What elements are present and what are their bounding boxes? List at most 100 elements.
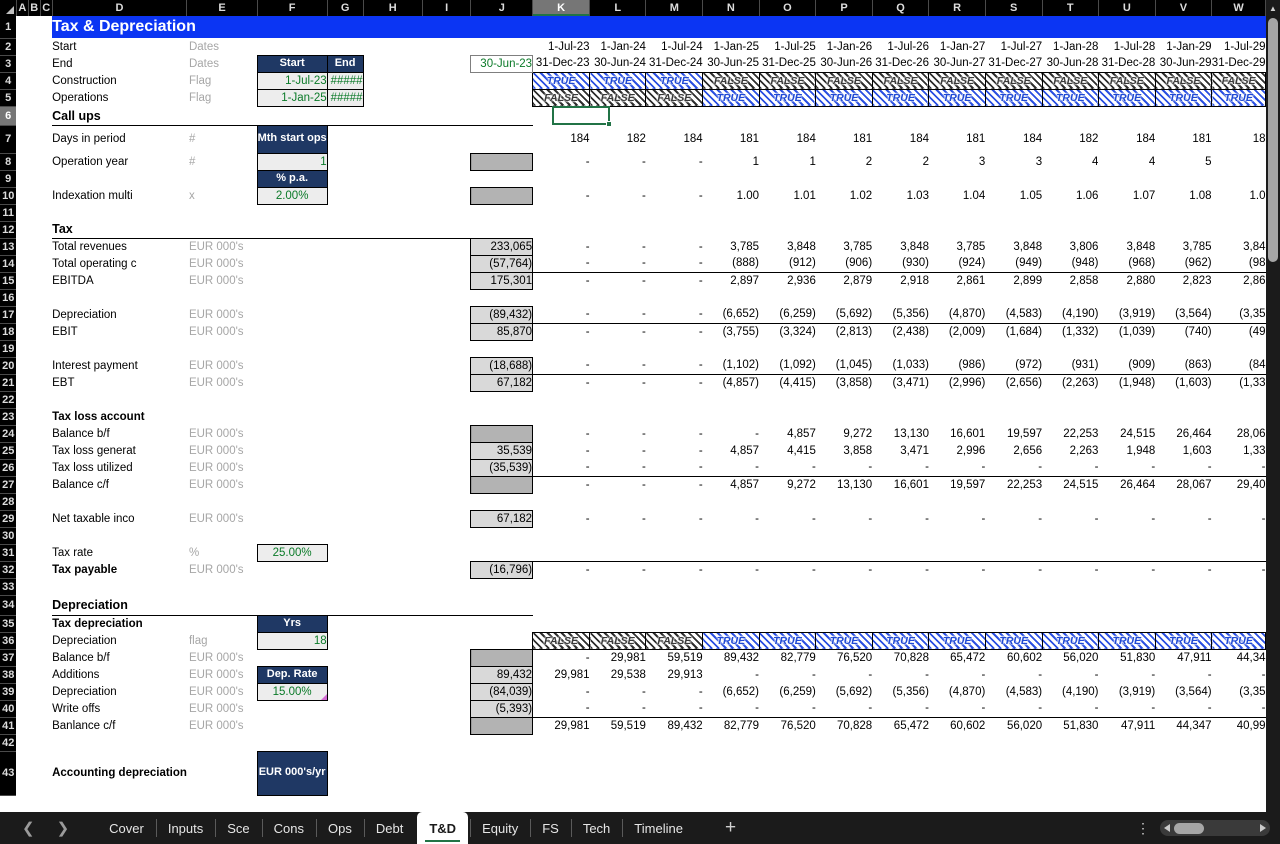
cell-G36[interactable] — [327, 632, 363, 649]
cell-R19[interactable] — [929, 340, 985, 357]
cell-F5[interactable]: 1-Jan-25 — [257, 89, 327, 106]
cell-K7[interactable]: 184 — [533, 125, 590, 153]
cell-K23[interactable] — [533, 408, 590, 425]
column-header-i[interactable]: I — [422, 0, 471, 16]
cell-N5[interactable]: TRUE — [703, 89, 759, 106]
cell-Q33[interactable] — [872, 578, 929, 595]
cell-P20[interactable]: (1,045) — [816, 357, 872, 374]
cell-T39[interactable]: (4,190) — [1042, 683, 1098, 700]
cell-T31[interactable] — [1042, 544, 1098, 561]
cell-H13[interactable] — [363, 238, 422, 255]
cell-O4[interactable]: FALSE — [759, 72, 816, 89]
cell-O19[interactable] — [759, 340, 816, 357]
cell-M15[interactable]: - — [646, 272, 703, 289]
cell-I39[interactable] — [422, 683, 471, 700]
cell-P27[interactable]: 13,130 — [816, 476, 872, 493]
cell-L31[interactable] — [590, 544, 646, 561]
cell-I35[interactable] — [422, 615, 471, 632]
cell-L29[interactable]: - — [590, 510, 646, 527]
cell-W16[interactable] — [1212, 289, 1266, 306]
row-header-4[interactable]: 4 — [0, 72, 16, 89]
cell-I43[interactable] — [422, 751, 471, 795]
cell-O36[interactable]: TRUE — [759, 632, 816, 649]
cell-V3[interactable]: 30-Jun-29 — [1155, 55, 1211, 72]
cell-E35[interactable] — [187, 615, 257, 632]
cell-N7[interactable]: 181 — [703, 125, 759, 153]
cell-W12[interactable] — [1212, 221, 1266, 238]
cell-N12[interactable] — [703, 221, 759, 238]
cell-Q27[interactable]: 16,601 — [872, 476, 929, 493]
cell-G20[interactable] — [327, 357, 363, 374]
cell-S37[interactable]: 60,602 — [985, 649, 1042, 666]
cell-T25[interactable]: 2,263 — [1042, 442, 1098, 459]
column-header-r[interactable]: R — [929, 0, 985, 16]
cell-F36[interactable]: 18 — [257, 632, 327, 649]
cell-R25[interactable]: 2,996 — [929, 442, 985, 459]
cell-C15[interactable] — [40, 272, 52, 289]
cell-U2[interactable]: 1-Jul-28 — [1098, 38, 1155, 55]
cell-I21[interactable] — [422, 374, 471, 391]
cell-H33[interactable] — [363, 578, 422, 595]
cell-P17[interactable]: (5,692) — [816, 306, 872, 323]
cell-B10[interactable] — [28, 187, 40, 204]
cell-K29[interactable]: - — [533, 510, 590, 527]
cell-Q39[interactable]: (5,356) — [872, 683, 929, 700]
cell-F26[interactable] — [257, 459, 327, 476]
cell-B20[interactable] — [28, 357, 40, 374]
cell-K5[interactable]: FALSE — [533, 89, 590, 106]
cell-G32[interactable] — [327, 561, 363, 578]
cell-I7[interactable] — [422, 125, 471, 153]
cell-P8[interactable]: 2 — [816, 153, 872, 170]
cell-U8[interactable]: 4 — [1098, 153, 1155, 170]
cell-W35[interactable] — [1212, 615, 1266, 632]
cell-N30[interactable] — [703, 527, 759, 544]
cell-B37[interactable] — [28, 649, 40, 666]
cell-L37[interactable]: 29,981 — [590, 649, 646, 666]
cell-A32[interactable] — [16, 561, 28, 578]
cell-D15[interactable]: EBITDA — [52, 272, 187, 289]
cell-T24[interactable]: 22,253 — [1042, 425, 1098, 442]
cell-B31[interactable] — [28, 544, 40, 561]
cell-H38[interactable] — [363, 666, 422, 683]
cell-Q7[interactable]: 184 — [872, 125, 929, 153]
cell-D17[interactable]: Depreciation — [52, 306, 187, 323]
cell-I14[interactable] — [422, 255, 471, 272]
cell-D23[interactable]: Tax loss account — [52, 408, 187, 425]
cell-J37[interactable] — [471, 649, 533, 666]
cell-J10[interactable] — [471, 187, 533, 204]
cell-E15[interactable]: EUR 000's — [187, 272, 257, 289]
cell-H37[interactable] — [363, 649, 422, 666]
cell-V17[interactable]: (3,564) — [1155, 306, 1211, 323]
cell-K18[interactable]: - — [533, 323, 590, 340]
cell-A10[interactable] — [16, 187, 28, 204]
cell-I33[interactable] — [422, 578, 471, 595]
cell-N15[interactable]: 2,897 — [703, 272, 759, 289]
cell-I19[interactable] — [422, 340, 471, 357]
cell-R3[interactable]: 30-Jun-27 — [929, 55, 985, 72]
cell-E20[interactable]: EUR 000's — [187, 357, 257, 374]
cell-H17[interactable] — [363, 306, 422, 323]
cell-H19[interactable] — [363, 340, 422, 357]
cell-M26[interactable]: - — [646, 459, 703, 476]
cell-S6[interactable] — [985, 106, 1042, 125]
cell-L23[interactable] — [590, 408, 646, 425]
cell-M20[interactable]: - — [646, 357, 703, 374]
cell-R24[interactable]: 16,601 — [929, 425, 985, 442]
cell-G9[interactable] — [327, 170, 363, 187]
row-header-22[interactable]: 22 — [0, 391, 16, 408]
cell-C11[interactable] — [40, 204, 52, 221]
cell-B32[interactable] — [28, 561, 40, 578]
row-header-38[interactable]: 38 — [0, 666, 16, 683]
cell-W6[interactable] — [1212, 106, 1266, 125]
cell-K4[interactable]: TRUE — [533, 72, 590, 89]
column-header-j[interactable]: J — [471, 0, 533, 16]
cell-I20[interactable] — [422, 357, 471, 374]
cell-U32[interactable]: - — [1098, 561, 1155, 578]
cell-T10[interactable]: 1.06 — [1042, 187, 1098, 204]
cell-E42[interactable] — [187, 734, 257, 751]
cell-R16[interactable] — [929, 289, 985, 306]
cell-V21[interactable]: (1,603) — [1155, 374, 1211, 391]
cell-D32[interactable]: Tax payable — [52, 561, 187, 578]
cell-G2[interactable] — [327, 38, 363, 55]
cell-Q19[interactable] — [872, 340, 929, 357]
